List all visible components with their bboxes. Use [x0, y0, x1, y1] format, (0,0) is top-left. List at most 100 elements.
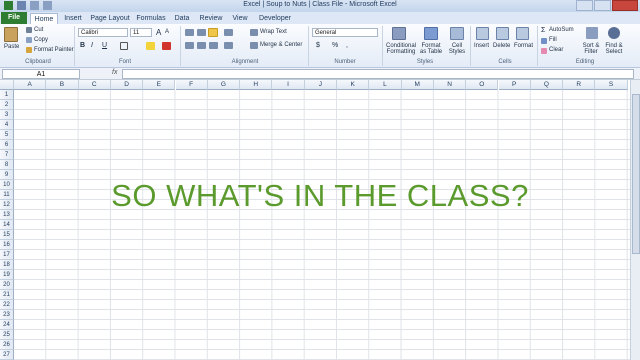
- tab-insert[interactable]: Insert: [62, 13, 84, 24]
- clear-icon[interactable]: [541, 48, 547, 54]
- format-as-table-button[interactable]: Format as Table: [418, 43, 444, 55]
- find-select-button[interactable]: Find & Select: [602, 43, 626, 55]
- row-header-14[interactable]: 14: [0, 220, 14, 230]
- tab-view[interactable]: View: [230, 13, 250, 24]
- tab-formulas[interactable]: Formulas: [135, 13, 167, 24]
- row-header-22[interactable]: 22: [0, 300, 14, 310]
- column-header-b[interactable]: B: [46, 80, 79, 90]
- decrease-indent-icon[interactable]: [224, 42, 233, 49]
- row-header-15[interactable]: 15: [0, 230, 14, 240]
- formula-input[interactable]: [122, 69, 634, 79]
- minimize-button[interactable]: [576, 0, 593, 11]
- delete-cells-icon[interactable]: [496, 27, 509, 40]
- column-header-j[interactable]: J: [304, 80, 337, 90]
- column-header-g[interactable]: G: [207, 80, 241, 90]
- row-header-3[interactable]: 3: [0, 110, 14, 120]
- vertical-scrollbar[interactable]: [630, 80, 640, 360]
- format-cells-button[interactable]: Format: [514, 43, 533, 49]
- number-format-select[interactable]: General: [312, 28, 378, 37]
- row-header-19[interactable]: 19: [0, 270, 14, 280]
- merge-center-icon[interactable]: [250, 42, 258, 49]
- conditional-formatting-button[interactable]: Conditional Formatting: [384, 43, 418, 55]
- tab-page-layout[interactable]: Page Layout: [90, 13, 130, 24]
- autosum-icon[interactable]: Σ: [541, 27, 545, 34]
- tab-developer[interactable]: Developer: [258, 13, 292, 24]
- column-header-s[interactable]: S: [595, 80, 628, 90]
- tab-file[interactable]: File: [1, 12, 27, 24]
- delete-cells-button[interactable]: Delete: [493, 43, 510, 49]
- align-right-icon[interactable]: [209, 42, 218, 49]
- row-header-26[interactable]: 26: [0, 340, 14, 350]
- column-header-i[interactable]: I: [272, 80, 305, 90]
- row-header-23[interactable]: 23: [0, 310, 14, 320]
- copy-button[interactable]: Copy: [34, 37, 48, 43]
- column-header-p[interactable]: P: [498, 80, 531, 90]
- column-header-a[interactable]: A: [14, 80, 47, 90]
- scrollbar-thumb[interactable]: [632, 94, 640, 254]
- select-all-corner[interactable]: [0, 80, 14, 90]
- italic-button[interactable]: I: [91, 42, 93, 49]
- tab-review[interactable]: Review: [198, 13, 224, 24]
- autosum-button[interactable]: AutoSum: [549, 27, 574, 33]
- row-header-4[interactable]: 4: [0, 120, 14, 130]
- format-painter-icon[interactable]: [26, 47, 32, 53]
- bold-button[interactable]: B: [80, 42, 85, 49]
- orientation-icon[interactable]: [224, 29, 233, 36]
- worksheet-grid[interactable]: [14, 90, 630, 360]
- column-header-q[interactable]: Q: [530, 80, 564, 90]
- format-cells-icon[interactable]: [516, 27, 529, 40]
- find-select-icon[interactable]: [608, 27, 620, 39]
- column-header-h[interactable]: H: [240, 80, 273, 90]
- fill-icon[interactable]: [541, 38, 547, 44]
- row-header-16[interactable]: 16: [0, 240, 14, 250]
- sort-filter-button[interactable]: Sort & Filter: [580, 43, 602, 55]
- conditional-formatting-icon[interactable]: [392, 27, 406, 40]
- merge-center-button[interactable]: Merge & Center: [260, 42, 302, 48]
- column-header-n[interactable]: N: [433, 80, 467, 90]
- maximize-button[interactable]: [594, 0, 611, 11]
- copy-icon[interactable]: [26, 37, 32, 43]
- column-header-l[interactable]: L: [369, 80, 402, 90]
- row-header-8[interactable]: 8: [0, 160, 14, 170]
- column-header-r[interactable]: R: [563, 80, 596, 90]
- insert-cells-button[interactable]: Insert: [474, 43, 489, 49]
- font-color-icon[interactable]: [162, 42, 171, 50]
- tab-data[interactable]: Data: [172, 13, 192, 24]
- column-header-d[interactable]: D: [110, 80, 144, 90]
- align-bottom-icon[interactable]: [208, 28, 218, 37]
- tab-home[interactable]: Home: [30, 13, 58, 24]
- align-middle-icon[interactable]: [197, 29, 206, 36]
- column-header-c[interactable]: C: [78, 80, 111, 90]
- column-header-o[interactable]: O: [466, 80, 499, 90]
- format-as-table-icon[interactable]: [424, 27, 438, 40]
- name-box[interactable]: A1: [2, 69, 80, 79]
- format-painter-button[interactable]: Format Painter: [34, 47, 74, 53]
- column-header-f[interactable]: F: [175, 80, 208, 90]
- cut-button[interactable]: Cut: [34, 27, 43, 33]
- align-left-icon[interactable]: [185, 42, 194, 49]
- insert-function-icon[interactable]: fx: [112, 69, 117, 76]
- borders-icon[interactable]: [120, 42, 128, 50]
- row-header-1[interactable]: 1: [0, 90, 14, 100]
- column-header-e[interactable]: E: [143, 80, 176, 90]
- row-header-7[interactable]: 7: [0, 150, 14, 160]
- row-header-24[interactable]: 24: [0, 320, 14, 330]
- column-header-m[interactable]: M: [401, 80, 434, 90]
- fill-color-icon[interactable]: [146, 42, 155, 50]
- row-header-18[interactable]: 18: [0, 260, 14, 270]
- grow-font-button[interactable]: A: [156, 28, 161, 37]
- sort-filter-icon[interactable]: [586, 27, 598, 39]
- fill-button[interactable]: Fill: [549, 37, 557, 43]
- underline-button[interactable]: U: [102, 42, 107, 49]
- row-header-2[interactable]: 2: [0, 100, 14, 110]
- wrap-text-button[interactable]: Wrap Text: [260, 29, 287, 35]
- percent-button[interactable]: %: [332, 42, 338, 49]
- paste-icon[interactable]: [4, 27, 18, 42]
- comma-button[interactable]: ,: [346, 42, 348, 49]
- column-header-k[interactable]: K: [337, 80, 370, 90]
- row-header-17[interactable]: 17: [0, 250, 14, 260]
- currency-button[interactable]: $: [316, 42, 320, 49]
- align-center-icon[interactable]: [197, 42, 206, 49]
- paste-button[interactable]: Paste: [4, 44, 19, 50]
- wrap-text-icon[interactable]: [250, 29, 258, 36]
